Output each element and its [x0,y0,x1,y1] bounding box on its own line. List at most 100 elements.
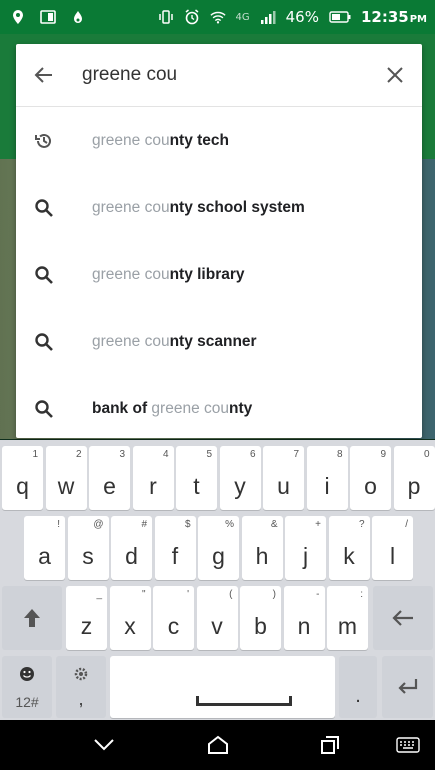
key-main-label: t [193,473,200,499]
location-icon [10,9,26,25]
key-y[interactable]: y6 [219,446,261,510]
key-t[interactable]: t5 [176,446,217,510]
nav-back-button[interactable] [84,730,124,760]
key-hint-label: % [225,519,234,530]
key-hint-label: 9 [380,449,386,460]
chevron-down-icon [94,739,114,751]
key-main-label: w [57,473,75,499]
home-icon [208,735,228,754]
suggestion-item[interactable]: greene county library [16,241,422,308]
search-panel: greene county techgreene county school s… [16,44,422,438]
space-bar-icon [196,696,292,706]
key-k[interactable]: k? [328,516,370,580]
clear-search-button[interactable] [368,44,422,106]
key-hint-label: / [405,519,408,530]
key-hint-label: ? [358,519,365,530]
key-hint-label: 5 [206,449,212,460]
shift-arrow-icon [2,586,62,650]
suggestion-item[interactable]: bank of greene county [16,375,422,442]
symbols-key[interactable]: 12# [2,656,52,718]
suggestion-item[interactable]: greene county scanner [16,308,422,375]
key-c[interactable]: c ' [153,586,194,650]
key-x[interactable]: x " [109,586,151,650]
key-n[interactable]: n- [283,586,325,650]
suggestion-item[interactable]: greene county tech [16,107,422,174]
space-key[interactable] [110,656,335,718]
key-u[interactable]: u7 [263,446,304,510]
key-hint-label: # [141,519,147,530]
key-hint-label: ) [272,589,276,600]
key-o[interactable]: o9 [350,446,391,510]
close-icon [387,67,403,83]
suggestion-text: greene county library [92,266,245,284]
key-b[interactable]: b) [240,586,281,650]
key-main-label: y [234,473,246,499]
key-f[interactable]: f $ [154,516,196,580]
wifi-icon [209,9,226,25]
keyboard: q 1 w 2 e 3 r 4 t 5 y 6 u 7 i 8 o 9 p 0 a! s @ d # f $ g% h & j + k? l / z _… [0,440,435,720]
back-button[interactable] [16,44,72,106]
navigation-bar [0,720,435,770]
cast-icon [40,9,56,25]
key-main-label: g [212,543,225,569]
key-hint-label: 3 [119,449,125,460]
suggestion-text: greene county scanner [92,333,257,351]
key-hint-label: _ [96,589,102,600]
key-z[interactable]: z _ [66,586,107,650]
key-g[interactable]: g% [198,516,239,580]
key-main-label: o [364,473,377,499]
key-l[interactable]: l / [372,516,413,580]
key-v[interactable]: v( [196,586,238,650]
key-m[interactable]: m: [327,586,368,650]
suggestion-text: bank of greene county [92,400,252,418]
key-hint-label: $ [184,519,191,530]
suggestion-list: greene county tech greene county school s… [16,107,422,442]
suggestion-text-segment: nty library [169,265,245,283]
key-main-label: f [171,543,179,569]
comma-key[interactable]: , [56,656,106,718]
key-hint-label: 7 [293,449,299,460]
arrow-left-icon [34,67,52,83]
nav-home-button[interactable] [198,730,238,760]
key-hint-label: & [270,519,278,530]
key-main-label: d [125,543,138,569]
key-h[interactable]: h & [241,516,283,580]
suggestion-text-segment: nty tech [169,131,229,149]
key-main-label: v [211,613,223,639]
key-a[interactable]: a! [24,516,65,580]
key-d[interactable]: d # [111,516,152,580]
key-hint-label: 4 [162,449,169,460]
keyboard-icon [396,737,420,753]
suggestion-item[interactable]: greene county school system [16,174,422,241]
key-w[interactable]: w2 [45,446,87,510]
backspace-key[interactable] [373,586,433,650]
key-hint-label: 0 [423,449,430,460]
search-icon [16,174,72,241]
suggestion-text-segment: greene cou [92,131,170,149]
key-main-label: a [38,543,51,569]
settings-icon [56,666,106,687]
key-q[interactable]: q1 [2,446,43,510]
signal-icon [260,9,276,25]
key-main-label: h [255,543,269,569]
nav-recents-button[interactable] [310,730,350,760]
period-key[interactable]: . [339,656,377,718]
shift-key[interactable] [2,586,62,650]
search-input[interactable] [72,55,368,95]
key-p[interactable]: p0 [393,446,435,510]
enter-key[interactable] [382,656,433,718]
comma-key-label: , [78,689,84,709]
key-s[interactable]: s @ [67,516,109,580]
key-j[interactable]: j + [285,516,326,580]
key-hint-label: 1 [32,449,38,460]
key-e[interactable]: e3 [89,446,130,510]
search-icon [16,375,72,442]
key-hint-label: 6 [249,449,256,460]
key-main-label: b [254,613,267,639]
suggestion-text-segment: greene cou [92,265,170,283]
key-r[interactable]: r4 [132,446,174,510]
key-hint-label: ' [187,589,189,600]
alarm-icon [184,9,200,25]
key-i[interactable]: i8 [306,446,348,510]
keyboard-switch-button[interactable] [388,730,428,760]
